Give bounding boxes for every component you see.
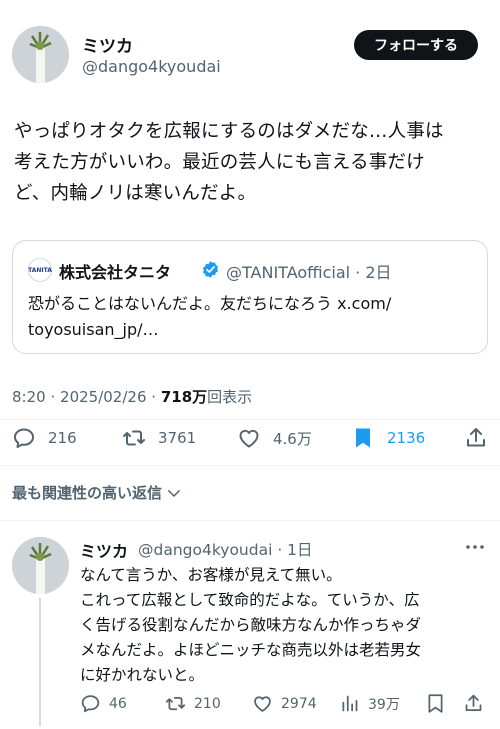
quote-text: 恐がることはないんだよ。友だちになろう x.com/ toyosuisan_jp…	[28, 294, 392, 339]
reply-views-button[interactable]: 39万	[339, 693, 400, 714]
views-label: 回表示	[207, 388, 253, 406]
quote-author-name[interactable]: 株式会社タニタ	[59, 259, 171, 283]
verified-icon	[202, 261, 219, 278]
reply-views-count: 39万	[368, 696, 400, 713]
retweet-icon	[123, 430, 145, 446]
reply-retweet-button[interactable]: 210	[165, 693, 221, 714]
tweet-text: やっぱりオタクを広報にするのはダメだな…人事は 考えた方がいいわ。最近の芸人にも…	[14, 121, 444, 204]
divider	[0, 465, 500, 466]
share-icon	[465, 694, 482, 711]
reply-bookmark-button[interactable]	[425, 693, 454, 714]
reply-reply-count: 46	[109, 695, 127, 712]
quote-handle-time: @TANITAofficial · 2日	[226, 263, 392, 282]
meta-separator: ·	[50, 388, 56, 406]
reply-author-name[interactable]: ミツカ	[80, 538, 128, 562]
reply-share-button[interactable]	[463, 693, 492, 714]
tweet-date[interactable]: 2025/02/26	[60, 388, 146, 406]
bookmark-icon	[428, 694, 443, 713]
author-avatar[interactable]	[12, 26, 69, 83]
more-icon[interactable]	[464, 540, 486, 554]
follow-button[interactable]: フォローする	[354, 30, 478, 60]
reply-sort-label: 最も関連性の高い返信	[12, 484, 163, 502]
like-icon	[254, 696, 271, 712]
share-button[interactable]	[464, 426, 500, 450]
chevron-down-icon	[168, 489, 181, 497]
reply-icon	[14, 428, 34, 448]
reply-handle-time: @dango4kyoudai · 1日	[138, 541, 313, 559]
reply-button[interactable]: 216	[12, 426, 77, 450]
retweet-button[interactable]: 3761	[122, 426, 196, 450]
quote-avatar[interactable]: TANITA	[28, 258, 52, 282]
views-icon	[342, 695, 358, 712]
like-button[interactable]: 4.6万	[237, 426, 312, 450]
author-name[interactable]: ミツカ	[82, 32, 133, 57]
bookmark-icon	[356, 428, 370, 448]
like-count: 4.6万	[273, 429, 312, 448]
meta-separator: ·	[151, 388, 157, 406]
reply-count: 216	[48, 429, 77, 447]
retweet-icon	[165, 696, 186, 711]
divider	[0, 419, 500, 420]
divider	[0, 520, 500, 521]
share-icon	[467, 428, 485, 447]
thread-line	[39, 598, 41, 726]
author-handle[interactable]: @dango4kyoudai	[82, 57, 221, 76]
reply-text: なんて言うか、お客様が見えて無い。 これって広報として致命的だよな。ていうか、広…	[80, 566, 422, 684]
reply-icon	[81, 695, 100, 713]
views-count: 718万	[160, 388, 208, 406]
bookmark-button[interactable]: 2136	[351, 426, 425, 450]
retweet-count: 3761	[158, 429, 197, 447]
reply-retweet-count: 210	[194, 695, 221, 712]
tweet-meta: 8:20 · 2025/02/26 · 718万回表示	[12, 386, 252, 407]
quoted-tweet-card[interactable]: TANITA 株式会社タニタ @TANITAofficial · 2日 恐がるこ…	[12, 240, 488, 354]
reply-like-count: 2974	[281, 695, 317, 712]
like-icon	[239, 429, 259, 448]
reply-like-button[interactable]: 2974	[252, 693, 317, 714]
reply-reply-button[interactable]: 46	[80, 693, 127, 714]
reply-sort-dropdown[interactable]: 最も関連性の高い返信	[12, 482, 183, 503]
tweet-time[interactable]: 8:20	[12, 388, 46, 406]
bookmark-count: 2136	[387, 429, 426, 447]
reply-author-avatar[interactable]	[12, 537, 69, 594]
